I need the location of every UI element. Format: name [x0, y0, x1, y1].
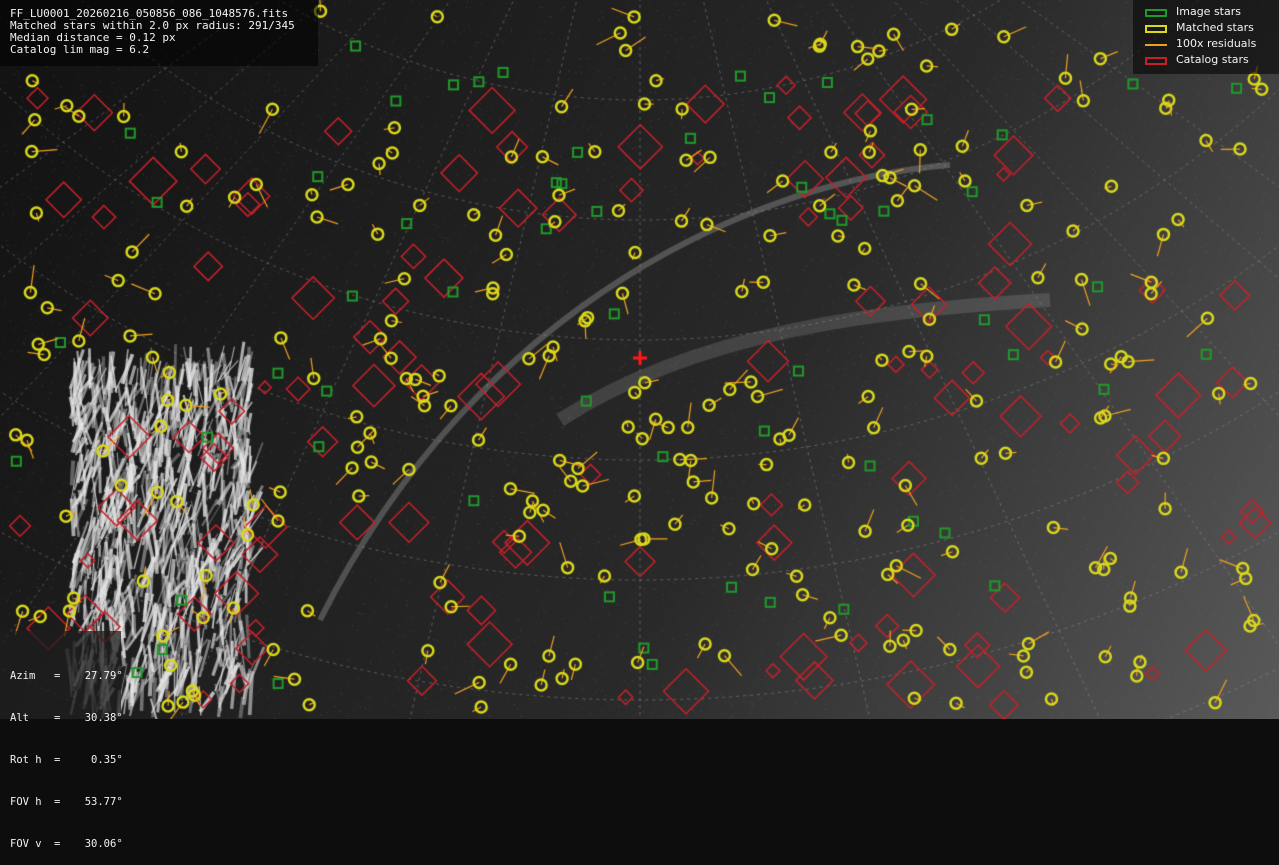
pointing-row-fov-v: FOV v = 30.06° [10, 838, 123, 850]
pointing-info-panel: Azim = 27.79° Alt = 30.38° Rot h = 0.35° FO… [0, 631, 123, 850]
green-square-icon [1145, 9, 1167, 17]
pointing-row-alt: Alt = 30.38° [10, 712, 123, 724]
legend-item-residuals: 100x residuals [1133, 38, 1279, 52]
star-field-image [0, 0, 1279, 719]
fit-info-panel: FF_LU0001_20260216_050856_086_1048576.fi… [0, 0, 318, 66]
legend-label: Image stars [1176, 5, 1241, 18]
legend-item-matched-stars: Matched stars [1133, 22, 1279, 36]
legend-label: Matched stars [1176, 21, 1254, 34]
yellow-circle-icon [1145, 25, 1167, 33]
pointing-row-rot: Rot h = 0.35° [10, 754, 123, 766]
legend: Image stars Matched stars 100x residuals… [1133, 0, 1279, 74]
legend-item-catalog-stars: Catalog stars [1133, 54, 1279, 68]
legend-label: 100x residuals [1176, 37, 1257, 50]
pointing-row-fov-h: FOV h = 53.77° [10, 796, 123, 808]
legend-label: Catalog stars [1176, 53, 1249, 66]
legend-item-image-stars: Image stars [1133, 6, 1279, 20]
catalog-limit-text: Catalog lim mag = 6.2 [10, 43, 150, 56]
orange-line-icon [1145, 44, 1167, 46]
pointing-row-azim: Azim = 27.79° [10, 670, 123, 682]
red-diamond-icon [1145, 57, 1167, 65]
